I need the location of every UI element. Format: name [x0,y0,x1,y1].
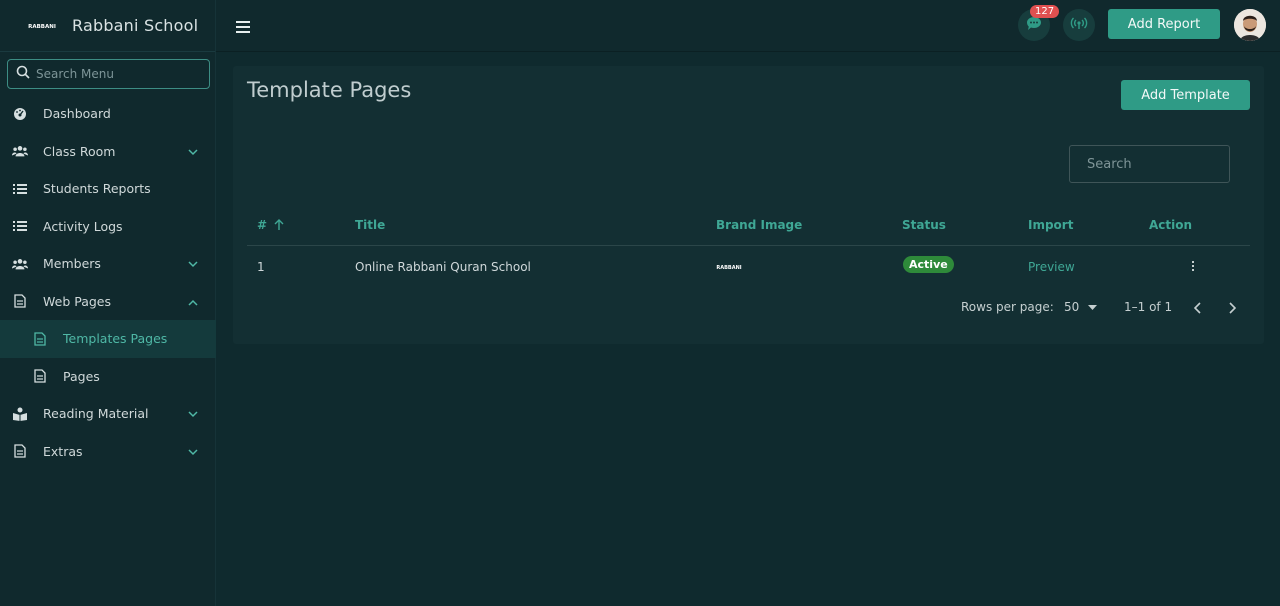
rows-per-page-select[interactable]: 50 [1064,300,1098,314]
reader-icon [12,406,28,422]
add-report-button[interactable]: Add Report [1108,9,1220,39]
sidebar-item-dashboard[interactable]: Dashboard [0,95,216,133]
column-header-number[interactable]: # [257,218,284,232]
chevron-down-icon [188,257,198,272]
document-icon [32,331,48,347]
chevron-down-icon [188,407,198,422]
sidebar-item-class-room[interactable]: Class Room [0,133,216,171]
page-title: Template Pages [247,78,412,102]
sidebar-item-members[interactable]: Members [0,245,216,283]
brand-logo: RABBANI [20,9,62,43]
table-search-input[interactable]: Search [1069,145,1230,183]
document-icon [32,368,48,384]
sidebar-item-label: Templates Pages [63,331,168,347]
topbar: 127 Add Report [216,0,1280,52]
sidebar-item-web-pages[interactable]: Web Pages [0,283,216,321]
cell-number: 1 [257,260,265,274]
document-icon [12,443,28,459]
sidebar-item-label: Members [43,256,101,272]
sidebar-item-label: Reading Material [43,406,149,422]
column-header-title[interactable]: Title [355,218,385,232]
status-badge: Active [903,256,954,273]
template-pages-card: Template Pages Add Template Search # Tit… [233,66,1264,344]
chat-badge: 127 [1030,5,1060,18]
column-header-status[interactable]: Status [902,218,946,232]
table-row: 1 Online Rabbani Quran School RABBANI Ac… [247,247,1250,287]
brand[interactable]: RABBANI Rabbani School [0,0,215,52]
brand-logo-text: RABBANI [28,24,56,30]
list-icon [12,181,28,197]
list-icon [12,218,28,234]
sidebar-item-reading-material[interactable]: Reading Material [0,395,216,433]
add-template-button[interactable]: Add Template [1121,80,1250,110]
preview-link[interactable]: Preview [1028,260,1075,274]
sidebar-item-pages[interactable]: Pages [0,358,216,396]
chevron-down-icon [188,445,198,460]
chevron-up-icon [188,295,198,310]
brand-name: Rabbani School [72,16,199,35]
sidebar-item-label: Pages [63,368,100,384]
sidebar-item-extras[interactable]: Extras [0,433,216,471]
search-menu-placeholder: Search Menu [36,67,114,81]
search-icon [16,65,30,83]
sort-arrow-up-icon [271,218,284,232]
more-vertical-icon[interactable] [1192,261,1194,273]
menu-toggle-icon[interactable] [236,21,250,36]
dashboard-icon [12,106,28,122]
broadcast-button[interactable] [1063,9,1095,41]
sidebar-item-label: Students Reports [43,181,151,197]
table-header: # Title Brand Image Status Import Action [247,212,1250,246]
sidebar-item-label: Class Room [43,143,116,159]
chevron-down-icon [188,145,198,160]
sidebar-item-activity-logs[interactable]: Activity Logs [0,208,216,246]
sidebar: RABBANI Rabbani School Search Menu Dashb… [0,0,216,606]
next-page-icon[interactable] [1228,302,1237,317]
broadcast-icon [1070,16,1088,34]
pagination-range: 1–1 of 1 [1124,300,1173,314]
sidebar-item-templates-pages[interactable]: Templates Pages [0,320,216,358]
cell-title: Online Rabbani Quran School [355,260,531,274]
sidebar-item-label: Extras [43,443,83,459]
sidebar-item-students-reports[interactable]: Students Reports [0,170,216,208]
users-icon [12,143,28,159]
caret-down-icon [1083,300,1098,314]
sidebar-nav: Dashboard Class Room Students Reports Ac… [0,95,216,470]
sidebar-item-label: Web Pages [43,293,111,309]
sidebar-item-label: Dashboard [43,106,111,122]
search-menu-input[interactable]: Search Menu [7,59,210,89]
avatar[interactable] [1234,9,1266,41]
previous-page-icon[interactable] [1193,302,1202,317]
brand-image-thumbnail: RABBANI [709,250,745,288]
column-header-action[interactable]: Action [1149,218,1192,232]
document-icon [12,293,28,309]
column-header-brand-image[interactable]: Brand Image [716,218,802,232]
pagination: Rows per page: 50 1–1 of 1 [233,300,1264,316]
rows-per-page-label: Rows per page: [961,300,1054,314]
sidebar-item-label: Activity Logs [43,218,123,234]
brand-image-text: RABBANI [716,265,741,271]
users-icon [12,256,28,272]
column-header-import[interactable]: Import [1028,218,1073,232]
chat-icon [1026,16,1042,35]
